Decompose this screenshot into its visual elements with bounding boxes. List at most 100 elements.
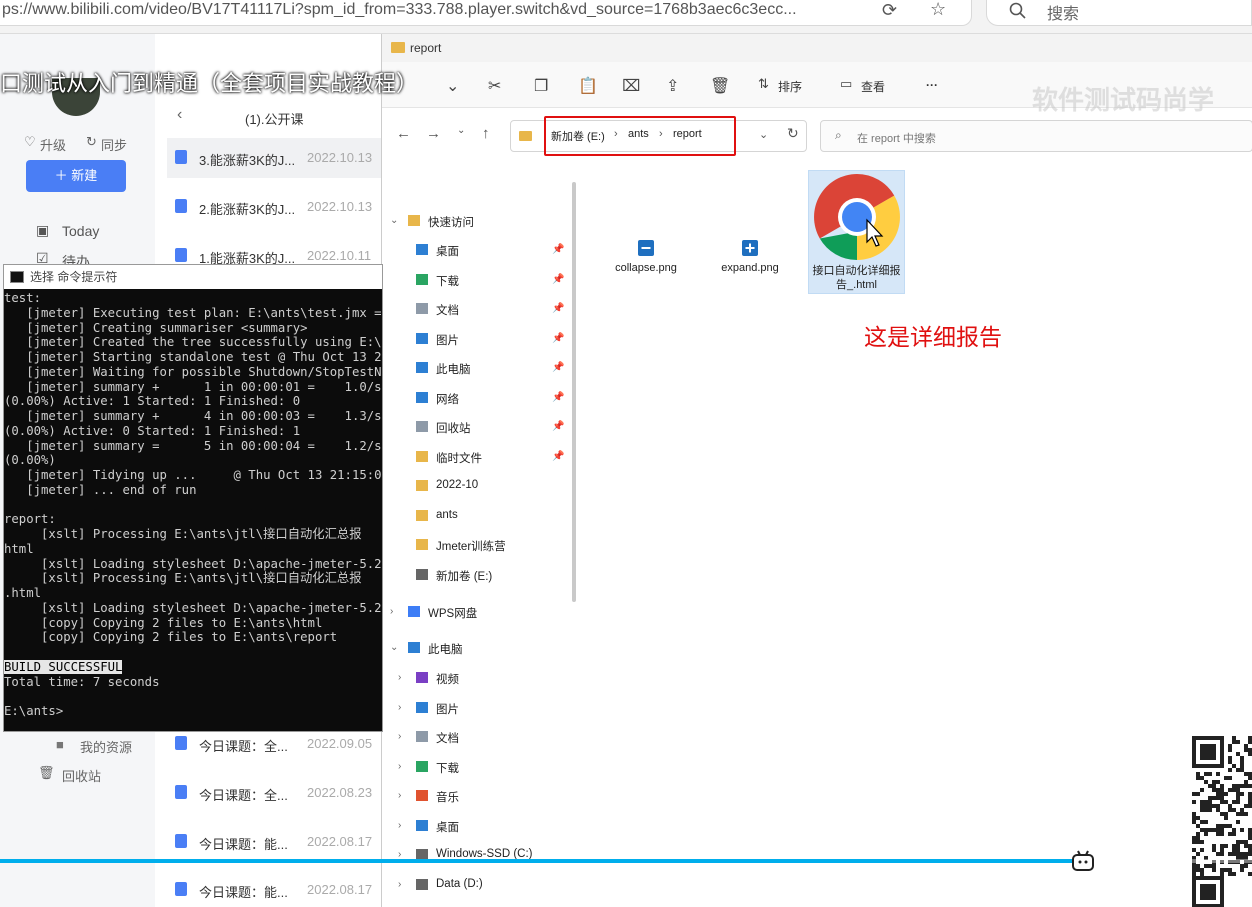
- list-item[interactable]: 今日课题：全... 2022.08.23: [167, 773, 381, 813]
- folder-icon: [519, 131, 532, 141]
- file-collapse[interactable]: collapse.png: [598, 240, 694, 274]
- qr-module: [1220, 832, 1224, 836]
- breadcrumb-report[interactable]: report: [673, 128, 702, 140]
- nav-today[interactable]: Today: [62, 223, 99, 239]
- expand-chevron-icon[interactable]: ›: [398, 790, 401, 801]
- qr-module: [1212, 788, 1216, 792]
- qr-module: [1216, 824, 1220, 828]
- qr-module: [1208, 828, 1212, 832]
- watermark: 软件测试码尚学: [1032, 85, 1215, 115]
- favorite-star-icon[interactable]: ☆: [930, 0, 946, 20]
- video-player[interactable]: ♡ 升级 ↻ 同步 ＋ 新建 ▣ Today ☑ 待办 ■ 我的资源 🗑 回收站…: [0, 34, 1252, 907]
- pin-icon: 📌: [552, 244, 565, 255]
- explorer-titlebar[interactable]: report: [382, 34, 1252, 62]
- qr-module: [1248, 832, 1252, 836]
- back-chevron-icon[interactable]: ‹: [177, 106, 182, 124]
- new-note-button[interactable]: ＋ 新建: [26, 160, 126, 192]
- doc-icon: [175, 199, 187, 213]
- nav-my-resources[interactable]: 我的资源: [80, 737, 132, 756]
- qr-module: [1204, 820, 1208, 824]
- nav-item-icon: [408, 606, 420, 617]
- view-button[interactable]: 查看: [861, 78, 885, 95]
- qr-module: [1244, 804, 1248, 808]
- list-item[interactable]: 今日课题：能... 2022.08.17: [167, 822, 381, 862]
- qr-module: [1236, 740, 1240, 744]
- refresh-icon[interactable]: ↻: [787, 125, 799, 142]
- qr-module: [1224, 800, 1228, 804]
- chevron-down-icon[interactable]: ⌄: [446, 76, 459, 96]
- nav-recycle[interactable]: 回收站: [62, 766, 101, 785]
- qr-module: [1244, 748, 1248, 752]
- list-item-title: 今日课题：能...: [199, 885, 288, 900]
- qr-module: [1240, 852, 1244, 856]
- nav-item-icon: [416, 303, 428, 314]
- expand-chevron-icon[interactable]: ›: [398, 761, 401, 772]
- qr-module: [1216, 796, 1220, 800]
- refresh-icon[interactable]: ⟳: [882, 0, 897, 21]
- cmd-titlebar[interactable]: 选择 命令提示符: [4, 265, 382, 289]
- qr-module: [1228, 744, 1232, 748]
- expand-chevron-icon[interactable]: ›: [398, 702, 401, 713]
- cmd-line: html: [4, 541, 34, 556]
- sync-label[interactable]: 同步: [101, 135, 127, 154]
- qr-module: [1220, 792, 1224, 796]
- copy-icon[interactable]: ❐: [534, 76, 548, 96]
- qr-module: [1236, 796, 1240, 800]
- file-html-report[interactable]: 接口自动化详细报告_.html: [809, 172, 904, 292]
- history-chevron-icon[interactable]: ⌄: [457, 125, 465, 136]
- expand-chevron-icon[interactable]: ⌄: [390, 642, 398, 653]
- qr-module: [1220, 812, 1224, 816]
- rename-icon[interactable]: ⌧: [622, 76, 640, 96]
- qr-module: [1228, 852, 1232, 856]
- back-arrow-icon[interactable]: ←: [396, 125, 411, 142]
- browser-search-box[interactable]: 搜索: [986, 0, 1252, 26]
- qr-module: [1196, 776, 1200, 780]
- address-bar[interactable]: ps://www.bilibili.com/video/BV17T41117Li…: [0, 0, 972, 26]
- expand-chevron-icon[interactable]: ›: [398, 731, 401, 742]
- list-item[interactable]: 2.能涨薪3K的J... 2022.10.13: [167, 187, 381, 227]
- expand-chevron-icon[interactable]: ›: [398, 672, 401, 683]
- breadcrumb-ants[interactable]: ants: [628, 128, 649, 140]
- nav-item-label: Data (D:): [436, 877, 483, 890]
- cmd-line: [jmeter] Executing test plan: E:\ants\te…: [4, 305, 382, 320]
- progress-knob-icon[interactable]: [1071, 850, 1095, 872]
- up-arrow-icon[interactable]: ↑: [482, 125, 490, 142]
- expand-chevron-icon[interactable]: ›: [390, 606, 393, 617]
- cmd-line: [xslt] Loading stylesheet D:\apache-jmet…: [4, 600, 382, 615]
- expand-chevron-icon[interactable]: ›: [398, 820, 401, 831]
- nav-scrollbar[interactable]: [572, 182, 576, 602]
- file-expand[interactable]: expand.png: [702, 240, 798, 274]
- explorer-search-box[interactable]: ⌕ 在 report 中搜索: [820, 120, 1252, 152]
- sort-button[interactable]: 排序: [778, 78, 802, 95]
- qr-module: [1248, 776, 1252, 780]
- qr-module: [1216, 808, 1220, 812]
- qr-module: [1200, 804, 1204, 808]
- delete-icon[interactable]: 🗑: [710, 76, 730, 96]
- share-icon[interactable]: ⇪: [666, 76, 679, 96]
- paste-icon[interactable]: 📋: [578, 76, 598, 96]
- qr-module: [1212, 796, 1216, 800]
- qr-module: [1232, 740, 1236, 744]
- cmd-prompt[interactable]: E:\ants>: [4, 704, 382, 719]
- expand-chevron-icon[interactable]: ›: [398, 879, 401, 890]
- forward-arrow-icon[interactable]: →: [426, 125, 441, 142]
- more-options-button[interactable]: ···: [926, 78, 938, 92]
- nav-item-label: 2022-10: [436, 479, 479, 491]
- nav-item-label: 网络: [436, 393, 459, 406]
- qr-module: [1240, 868, 1244, 872]
- upgrade-label[interactable]: 升级: [40, 135, 66, 154]
- cut-icon[interactable]: ✂: [488, 76, 501, 96]
- expand-chevron-icon[interactable]: ⌄: [390, 215, 398, 226]
- list-item[interactable]: 今日课题：能... 2022.08.17: [167, 870, 381, 907]
- command-prompt-window[interactable]: 选择 命令提示符 test: [jmeter] Executing test p…: [3, 264, 383, 732]
- qr-module: [1196, 792, 1200, 796]
- qr-module: [1204, 780, 1208, 784]
- pin-icon: 📌: [552, 421, 565, 432]
- qr-module: [1196, 772, 1200, 776]
- cmd-line: [xslt] Processing E:\ants\jtl\接口自动化汇总报: [4, 571, 362, 586]
- address-dropdown-icon[interactable]: ⌄: [759, 128, 768, 141]
- list-item[interactable]: 3.能涨薪3K的J... 2022.10.13: [167, 138, 381, 178]
- breadcrumb-drive[interactable]: 新加卷 (E:): [551, 128, 605, 144]
- qr-module: [1200, 800, 1204, 804]
- cmd-line: [jmeter] summary + 1 in 00:00:01 = 1.0/s: [4, 379, 382, 394]
